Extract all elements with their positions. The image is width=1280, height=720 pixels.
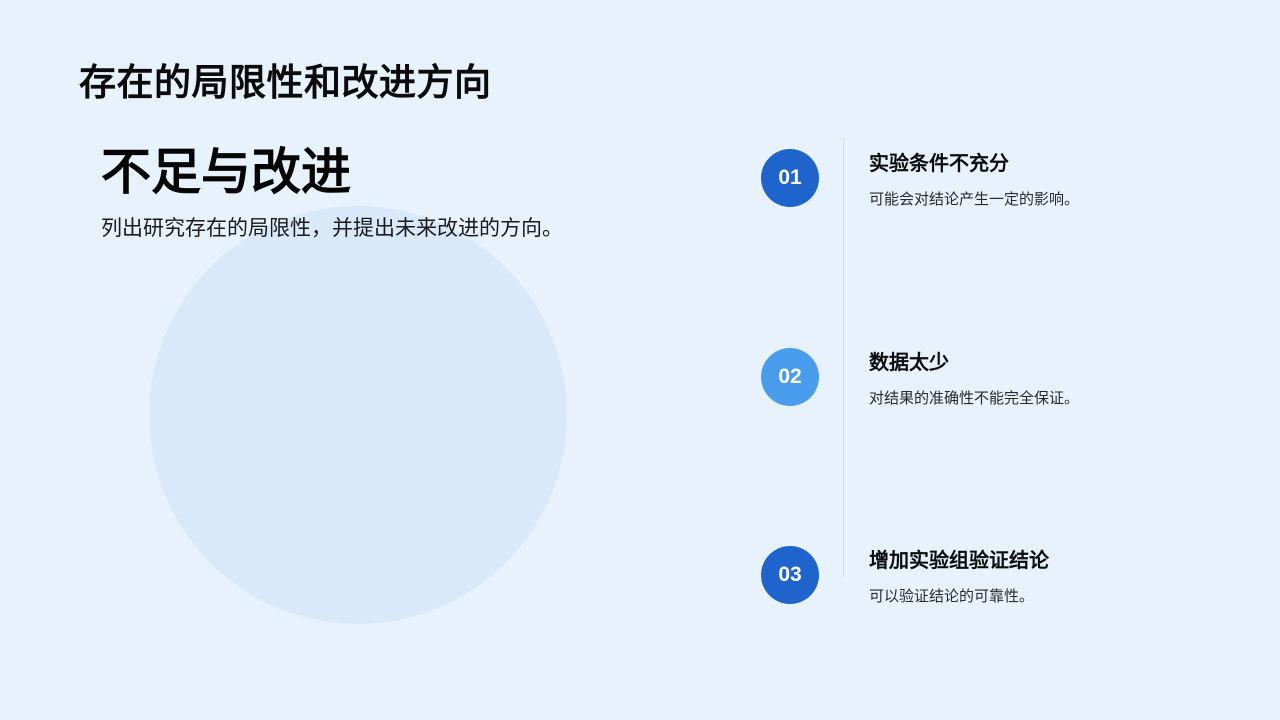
number-badge: 02 [761, 348, 819, 406]
item-text: 对结果的准确性不能完全保证。 [869, 389, 1080, 407]
number-badge: 01 [761, 149, 819, 207]
list-item: 02 数据太少 对结果的准确性不能完全保证。 [761, 347, 1241, 427]
list-item: 01 实验条件不充分 可能会对结论产生一定的影响。 [761, 148, 1241, 228]
item-heading: 实验条件不充分 [869, 151, 1009, 175]
hero-description: 列出研究存在的局限性，并提出未来改进的方向。 [101, 216, 563, 240]
item-heading: 数据太少 [869, 350, 949, 374]
number-badge: 03 [761, 546, 819, 604]
page-title: 存在的局限性和改进方向 [79, 61, 492, 104]
hero-title: 不足与改进 [101, 143, 351, 201]
item-text: 可以验证结论的可靠性。 [869, 587, 1035, 605]
item-text: 可能会对结论产生一定的影响。 [869, 190, 1080, 208]
list-item: 03 增加实验组验证结论 可以验证结论的可靠性。 [761, 545, 1241, 625]
slide: 存在的局限性和改进方向 不足与改进 列出研究存在的局限性，并提出未来改进的方向。… [0, 0, 1280, 720]
decorative-circle [149, 206, 567, 624]
item-heading: 增加实验组验证结论 [869, 548, 1049, 572]
